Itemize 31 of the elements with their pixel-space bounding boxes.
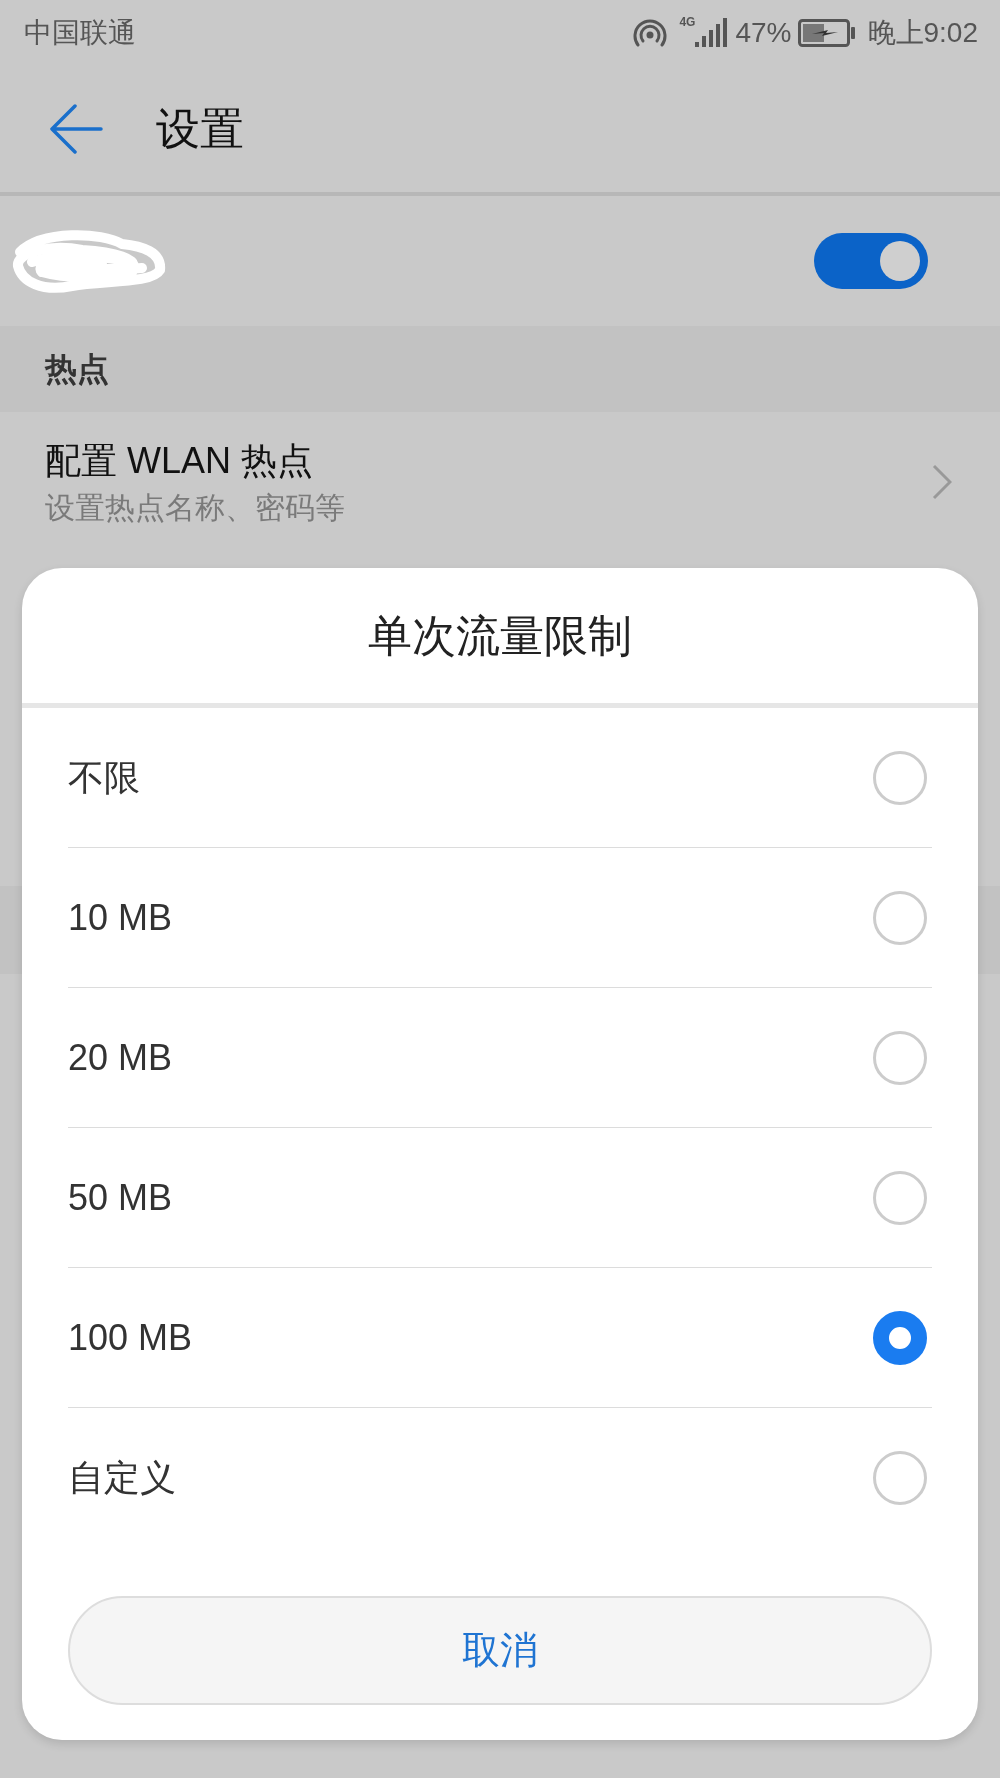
option-label: 100 MB [68, 1315, 193, 1360]
toggle-thumb-icon [880, 241, 920, 281]
radio-button[interactable] [873, 750, 927, 805]
cancel-button[interactable]: 取消 [68, 1596, 932, 1705]
page-title: 设置 [156, 103, 244, 155]
option-label: 20 MB [68, 1035, 173, 1080]
carrier-name: 中国联通 [24, 16, 136, 50]
radio-button[interactable] [873, 1170, 927, 1225]
option-label: 不限 [68, 755, 140, 800]
option-label: 10 MB [68, 895, 173, 940]
radio-button[interactable] [873, 1310, 927, 1365]
network-type: 4G [679, 16, 696, 28]
back-arrow-icon [49, 104, 103, 154]
radio-button[interactable] [873, 1030, 927, 1085]
radio-button[interactable] [873, 1451, 927, 1505]
battery-charging-icon [797, 19, 856, 47]
clock: 晚上9:02 [867, 16, 978, 50]
section-header: 热点 [0, 326, 1000, 412]
back-button[interactable] [48, 101, 104, 157]
chevron-right-icon [932, 464, 952, 500]
option-label: 自定义 [68, 1456, 176, 1500]
option-label: 50 MB [68, 1175, 173, 1220]
item-title: 配置 WLAN 热点 [45, 438, 314, 483]
dialog-title: 单次流量限制 [368, 609, 632, 662]
signal-icon [695, 18, 728, 48]
radio-button[interactable] [873, 890, 927, 945]
settings-item[interactable]: 配置 WLAN 热点 设置热点名称、密码等 [0, 412, 1000, 568]
battery-percent: 47% [735, 16, 792, 50]
item-subtitle: 设置热点名称、密码等 [45, 489, 345, 526]
hotspot-icon [633, 18, 668, 48]
toggle-switch[interactable] [814, 233, 928, 289]
